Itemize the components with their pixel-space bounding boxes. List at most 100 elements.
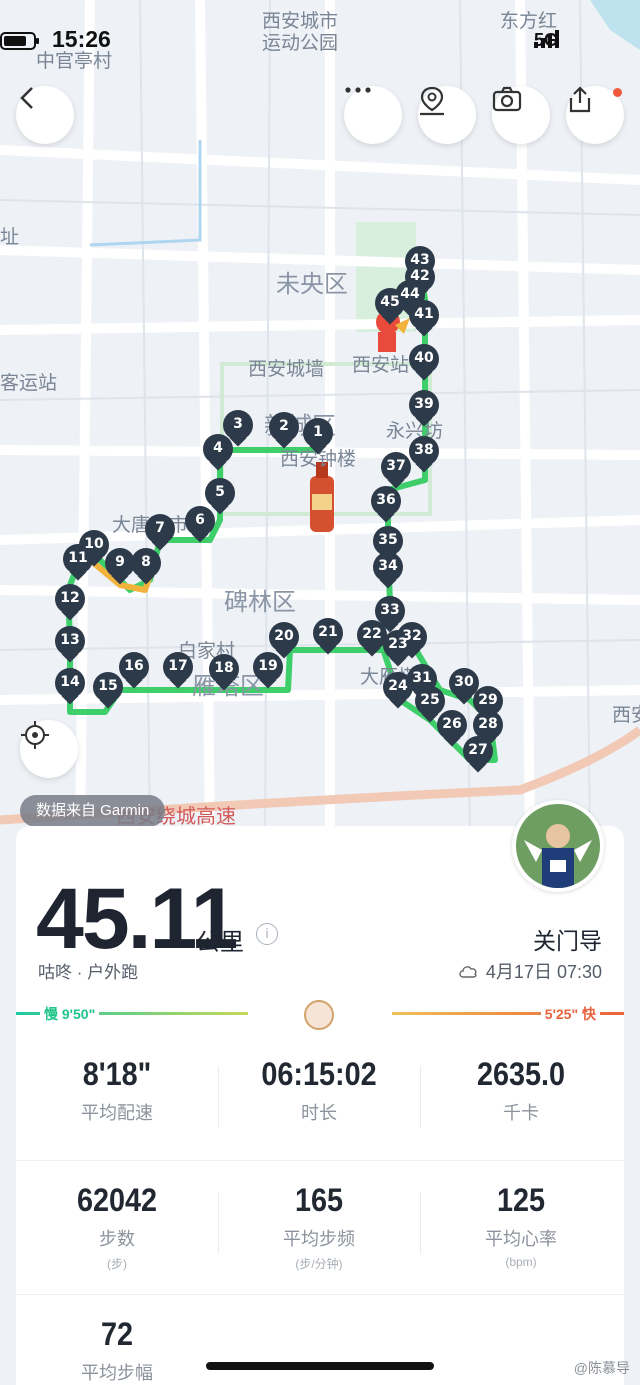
location-button[interactable] bbox=[418, 86, 476, 144]
route-marker[interactable]: 34 bbox=[373, 552, 403, 590]
marker-number: 15 bbox=[98, 678, 118, 694]
route-marker[interactable]: 32 bbox=[397, 622, 427, 660]
back-button[interactable] bbox=[16, 86, 74, 144]
route-marker[interactable]: 15 bbox=[93, 672, 123, 710]
share-button[interactable] bbox=[566, 86, 624, 144]
route-marker[interactable]: 17 bbox=[163, 652, 193, 690]
marker-number: 42 bbox=[410, 268, 430, 284]
stats-row-2: 62042 步数 (步) 165 平均步频 (步/分钟) 125 平均心率 (b… bbox=[16, 1182, 624, 1272]
pace-fast-label: 5'25" 快 bbox=[540, 1004, 600, 1024]
stat-label: 步数 bbox=[99, 1229, 135, 1249]
route-marker[interactable]: 19 bbox=[253, 652, 283, 690]
marker-number: 29 bbox=[478, 692, 498, 708]
route-marker[interactable]: 6 bbox=[185, 506, 215, 544]
route-marker[interactable]: 37 bbox=[381, 452, 411, 490]
route-marker[interactable]: 36 bbox=[371, 486, 401, 524]
route-marker[interactable]: 8 bbox=[131, 548, 161, 586]
route-marker[interactable]: 16 bbox=[119, 652, 149, 690]
data-source-pill: 数据来自 Garmin bbox=[20, 795, 166, 827]
marker-number: 31 bbox=[412, 670, 432, 686]
marker-number: 11 bbox=[68, 550, 88, 566]
marker-number: 17 bbox=[168, 658, 188, 674]
marker-number: 36 bbox=[376, 492, 396, 508]
home-indicator[interactable] bbox=[206, 1362, 434, 1370]
marker-number: 6 bbox=[195, 512, 205, 528]
route-marker[interactable]: 12 bbox=[55, 584, 85, 622]
camera-icon bbox=[492, 86, 522, 112]
divider bbox=[16, 1160, 624, 1161]
marker-number: 26 bbox=[442, 716, 462, 732]
stat-unit: (步) bbox=[107, 1257, 127, 1271]
route-marker[interactable]: 1 bbox=[303, 418, 333, 456]
route-marker[interactable]: 39 bbox=[409, 390, 439, 428]
map-label-keyun: 客运站 bbox=[0, 372, 58, 394]
route-map[interactable]: 西安城市 运动公园 东方红 中官亭村 未央区 西安城墙 西安站 新城区 西安钟楼… bbox=[0, 0, 640, 840]
marker-number: 25 bbox=[420, 692, 440, 708]
route-marker[interactable]: 45 bbox=[375, 288, 405, 326]
distance-unit: 公里 bbox=[196, 929, 244, 956]
route-marker[interactable]: 41 bbox=[409, 300, 439, 338]
stat-label: 平均步频 bbox=[283, 1229, 355, 1249]
route-marker[interactable]: 7 bbox=[145, 514, 175, 552]
pace-slow-label: 慢 9'50" bbox=[40, 1004, 100, 1024]
route-marker[interactable]: 11 bbox=[63, 544, 93, 582]
status-time: 15:26 bbox=[52, 26, 111, 52]
location-pin-icon bbox=[420, 86, 444, 116]
notification-dot bbox=[613, 88, 622, 97]
stat-label: 平均心率 bbox=[485, 1229, 557, 1249]
stat-value: 125 bbox=[496, 1182, 546, 1218]
stats-row-3: 72 平均步幅 bbox=[16, 1316, 624, 1385]
marker-number: 7 bbox=[155, 520, 165, 536]
route-marker[interactable]: 9 bbox=[105, 548, 135, 586]
map-label-weiyang: 未央区 bbox=[276, 270, 348, 298]
marker-number: 13 bbox=[60, 632, 80, 648]
stat-label: 平均配速 bbox=[81, 1103, 153, 1123]
stat-value: 62042 bbox=[76, 1182, 158, 1218]
route-marker[interactable]: 27 bbox=[463, 736, 493, 774]
route-marker[interactable]: 40 bbox=[409, 344, 439, 382]
info-icon[interactable]: i bbox=[256, 923, 278, 945]
stat-unit: (bpm) bbox=[505, 1255, 537, 1269]
marker-number: 12 bbox=[60, 590, 80, 606]
route-marker[interactable]: 21 bbox=[313, 618, 343, 656]
marker-number: 19 bbox=[258, 658, 278, 674]
route-marker[interactable]: 14 bbox=[55, 668, 85, 706]
more-button[interactable] bbox=[344, 86, 402, 144]
camera-button[interactable] bbox=[492, 86, 550, 144]
route-marker[interactable]: 13 bbox=[55, 626, 85, 664]
stats-row-1: 8'18" 平均配速 06:15:02 时长 2635.0 千卡 bbox=[16, 1056, 624, 1128]
stat-label: 时长 bbox=[301, 1103, 337, 1123]
marker-number: 14 bbox=[60, 674, 80, 690]
runner-photo bbox=[516, 804, 600, 888]
route-marker[interactable]: 38 bbox=[409, 436, 439, 474]
more-icon bbox=[345, 87, 371, 93]
activity-type: 咕咚 · 户外跑 bbox=[38, 963, 139, 982]
pace-legend: 慢 9'50" 5'25" 快 bbox=[16, 1000, 624, 1030]
marker-number: 32 bbox=[402, 628, 422, 644]
avatar[interactable] bbox=[512, 800, 604, 892]
marker-number: 37 bbox=[386, 458, 406, 474]
stat-calories: 2635.0 千卡 bbox=[420, 1056, 622, 1128]
route-marker[interactable]: 4 bbox=[203, 434, 233, 472]
marker-number: 5 bbox=[215, 484, 225, 500]
username: 关门导 bbox=[533, 928, 602, 954]
marker-number: 38 bbox=[414, 442, 434, 458]
stat-value: 2635.0 bbox=[476, 1056, 566, 1092]
route-marker[interactable]: 18 bbox=[209, 654, 239, 692]
locate-me-button[interactable] bbox=[20, 720, 78, 778]
marker-number: 30 bbox=[454, 674, 474, 690]
map-label-station: 西安站 bbox=[352, 354, 410, 376]
marker-number: 34 bbox=[378, 558, 398, 574]
summary-card: 45.11 公里 i 咕咚 · 户外跑 关门导 4月17日 07:30 慢 9'… bbox=[16, 800, 624, 1385]
marker-number: 18 bbox=[214, 660, 234, 676]
stat-label: 千卡 bbox=[503, 1103, 539, 1123]
marker-number: 35 bbox=[378, 532, 398, 548]
marker-number: 16 bbox=[124, 658, 144, 674]
brand-badge-icon bbox=[304, 1000, 334, 1030]
marker-number: 27 bbox=[468, 742, 488, 758]
map-label-beilin: 碑林区 bbox=[224, 588, 296, 616]
route-marker[interactable]: 2 bbox=[269, 412, 299, 450]
map-label-xian: 西安 bbox=[612, 704, 640, 726]
marker-number: 2 bbox=[279, 418, 289, 434]
route-marker[interactable]: 20 bbox=[269, 622, 299, 660]
